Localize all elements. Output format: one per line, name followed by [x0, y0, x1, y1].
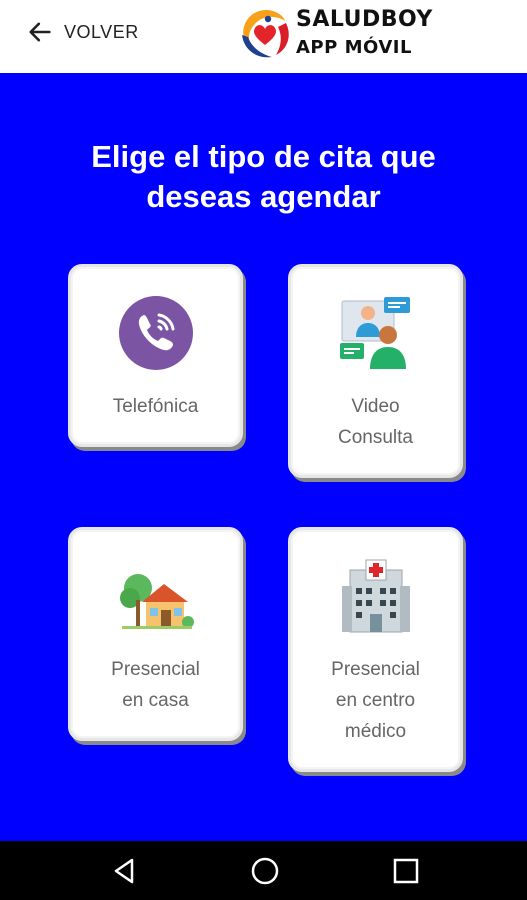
- option-label: Telefónica: [112, 396, 199, 417]
- option-label: Presencial en casa: [111, 659, 200, 711]
- option-card-video-consulta[interactable]: Video Consulta: [288, 264, 463, 478]
- back-label: VOLVER: [64, 21, 139, 42]
- back-triangle-icon[interactable]: [110, 856, 140, 886]
- option-label: Video Consulta: [338, 396, 413, 448]
- brand-subtitle: APP MÓVIL: [296, 37, 412, 58]
- brand-title: SALUDBOY: [296, 7, 433, 32]
- hospital-icon: [341, 559, 410, 633]
- house-icon: [119, 574, 194, 629]
- home-circle-icon[interactable]: [250, 856, 280, 886]
- option-label: Presencial en centro médico: [331, 659, 420, 742]
- saludboy-logo-icon: [242, 9, 289, 58]
- app-header: VOLVER SALUDBOY APP MÓVIL: [0, 0, 527, 73]
- option-card-presencial-casa[interactable]: Presencial en casa: [68, 527, 243, 741]
- page-title: Elige el tipo de cita que deseas agendar: [91, 139, 436, 214]
- back-button[interactable]: VOLVER: [26, 16, 139, 48]
- brand-logo: SALUDBOY APP MÓVIL: [238, 5, 527, 65]
- system-navigation-bar: [0, 841, 527, 900]
- option-card-presencial-centro-medico[interactable]: Presencial en centro médico: [288, 527, 463, 772]
- phone-call-icon: [118, 296, 193, 370]
- option-card-telefonica[interactable]: Telefónica: [68, 264, 243, 447]
- recents-square-icon[interactable]: [391, 856, 421, 886]
- main-content: Elige el tipo de cita que deseas agendar…: [0, 73, 527, 841]
- video-call-icon: [339, 297, 410, 369]
- arrow-left-icon: [29, 22, 51, 42]
